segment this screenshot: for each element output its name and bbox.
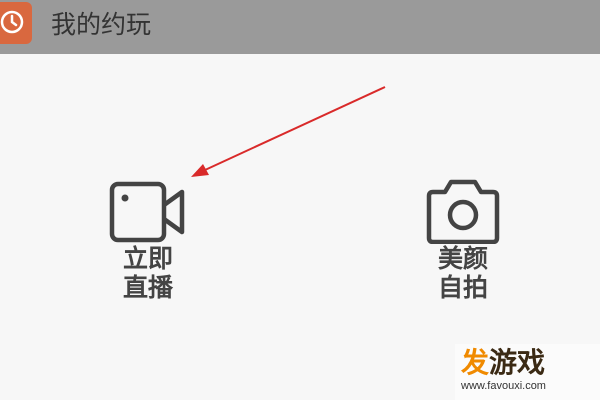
screen: 我的约玩 立即 直播 美颜 自拍 发游戏 www.favouxi.com <box>0 0 600 400</box>
beauty-selfie-label: 美颜 自拍 <box>403 244 523 302</box>
watermark-logo: 发游戏 <box>461 346 545 380</box>
clock-icon[interactable] <box>0 2 32 44</box>
page-title: 我的约玩 <box>51 10 152 39</box>
watermark: 发游戏 www.favouxi.com <box>455 344 600 400</box>
live-stream-label: 立即 直播 <box>88 244 208 302</box>
beauty-label-line1: 美颜 <box>437 244 488 273</box>
watermark-url: www.favouxi.com <box>461 380 546 392</box>
watermark-accent: 发 <box>461 346 490 379</box>
camera-icon <box>426 179 500 244</box>
live-label-line1: 立即 <box>122 244 173 273</box>
live-label-line2: 直播 <box>122 273 173 302</box>
beauty-selfie-button[interactable]: 美颜 自拍 <box>403 178 523 302</box>
watermark-text: 游戏 <box>489 346 546 379</box>
title-bar: 我的约玩 <box>0 0 600 54</box>
video-camera-icon <box>109 181 185 243</box>
beauty-label-line2: 自拍 <box>437 273 488 302</box>
live-stream-button[interactable]: 立即 直播 <box>88 178 208 302</box>
